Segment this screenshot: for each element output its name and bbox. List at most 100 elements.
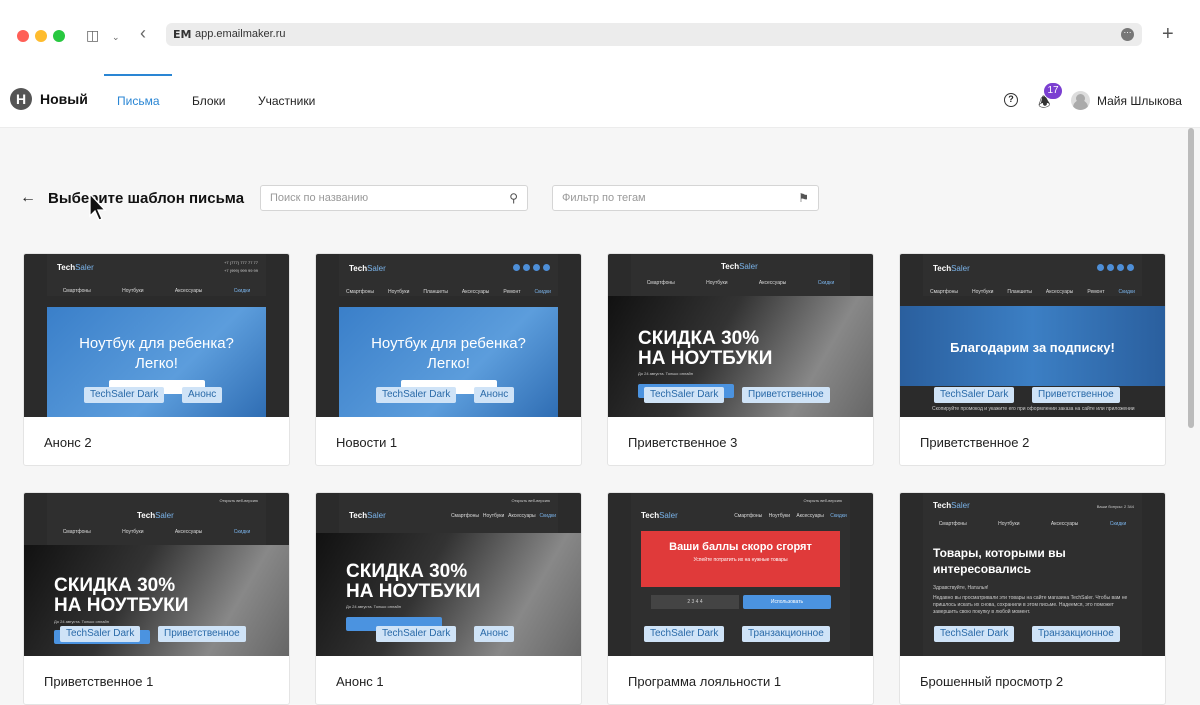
scrollbar[interactable] (1188, 128, 1194, 428)
tag-filter-field[interactable]: ⚑ (552, 185, 819, 211)
thumb-sale-line-1: СКИДКА 30% (638, 328, 760, 349)
tag-chip: Транзакционное (742, 626, 830, 642)
template-name: Приветственное 1 (44, 674, 154, 689)
template-card[interactable]: Открыть веб-версию TechSaler Смартфоны Но… (23, 492, 290, 705)
thumb-sale-note: До 24 августа. Только онлайн (346, 604, 401, 609)
tag-chip: TechSaler Dark (644, 387, 725, 403)
thumb-hero-text: Ноутбук для ребенка? Легко! (371, 335, 526, 372)
thumb-body-text: Недавно вы просматривали эти товары на с… (933, 595, 1128, 615)
thumb-points-code: 2 3 4 4 (687, 599, 703, 605)
thumb-promo-title: Ваши баллы скоро сгорят (669, 541, 812, 553)
template-card[interactable]: TechSaler Смартфоны Ноутбуки Аксессуары Ски… (607, 253, 874, 466)
search-input[interactable] (261, 186, 527, 210)
thumb-header: TechSaler Смартфоны Ноутбуки Аксессуары Ски… (631, 254, 850, 296)
template-card[interactable]: TechSaler Смартфоны Ноутбуки Планшеты Аксес… (315, 253, 582, 466)
address-bar[interactable]: EM app.emailmaker.ru ⋯ (166, 23, 1142, 46)
thumb-web-version: Открыть веб-версию (803, 498, 842, 503)
workspace-logo[interactable]: Н (10, 88, 32, 110)
template-card[interactable]: TechSaler +7 (777) 777 77 77 +7 (999) 99… (23, 253, 290, 466)
browser-chrome: ◫ ⌄ ‹ EM app.emailmaker.ru ⋯ + (0, 0, 1200, 68)
thumb-nav: Смартфоны Ноутбуки Планшеты Аксессуары Ремон… (929, 289, 1135, 295)
search-field[interactable]: ⚲ (260, 185, 528, 211)
thumb-bonus: Ваши бонусы: 2 344 (1096, 504, 1134, 509)
template-name: Анонс 1 (336, 674, 384, 689)
thumb-nav: Смартфоны Ноутбуки Аксессуары Скидки (62, 529, 251, 535)
tag-chip: Приветственное (158, 626, 246, 642)
tab-members[interactable]: Участники (258, 94, 315, 108)
tag-filter-input[interactable] (553, 186, 818, 210)
thumb-sale-line-1: СКИДКА 30% (346, 561, 468, 582)
tag-chip: Анонс (182, 387, 223, 403)
thumb-header: TechSaler +7 (777) 777 77 77 +7 (999) 99… (47, 254, 266, 296)
thumb-header: TechSaler Смартфоны Ноутбуки Планшеты Аксес… (339, 254, 558, 296)
tag-icon[interactable]: ⚑ (798, 191, 809, 205)
thumb-greeting: Здравствуйте, Наталья! (933, 585, 989, 591)
template-card[interactable]: Открыть веб-версию TechSaler Смартфоны Но… (315, 492, 582, 705)
thumb-logo: TechSaler (137, 511, 174, 520)
thumb-header: TechSaler Смартфоны Ноутбуки Планшеты Аксес… (923, 254, 1142, 296)
thumb-web-version: Открыть веб-версию (511, 498, 550, 503)
thumb-sale-note: До 24 августа. Только онлайн (638, 371, 693, 376)
template-name: Программа лояльности 1 (628, 674, 782, 689)
template-thumbnail: Открыть веб-версию TechSaler Смартфоны Но… (608, 493, 873, 656)
template-name: Приветственное 3 (628, 435, 738, 450)
thumb-logo: TechSaler (933, 264, 970, 273)
help-icon[interactable]: ? (1004, 93, 1018, 107)
social-icons (1097, 264, 1134, 271)
tag-chip: TechSaler Dark (84, 387, 165, 403)
minimize-window-button[interactable] (35, 30, 47, 42)
back-nav-icon[interactable]: ‹ (140, 24, 146, 42)
thumb-sale-line-2: НА НОУТБУКИ (346, 581, 481, 602)
new-tab-icon[interactable]: + (1162, 24, 1174, 44)
tag-chip: TechSaler Dark (60, 626, 141, 642)
active-tab-indicator (104, 74, 172, 76)
thumb-body-text: Скопируйте промокод и укажите его при оф… (932, 406, 1135, 412)
more-options-icon[interactable]: ⋯ (1121, 28, 1134, 41)
thumb-web-version: Открыть веб-версию (219, 498, 258, 503)
thumb-nav: Смартфоны Ноутбуки Планшеты Аксессуары Ремон… (345, 289, 551, 295)
tag-chip: TechSaler Dark (934, 626, 1015, 642)
template-name: Брошенный просмотр 2 (920, 674, 1064, 689)
thumb-promo-subtitle: Успейте потратить их на нужные товары (693, 557, 788, 563)
mouse-cursor-icon (89, 193, 107, 221)
thumb-phone-1: +7 (777) 777 77 77 (224, 260, 258, 265)
template-thumbnail: Открыть веб-версию TechSaler Смартфоны Но… (24, 493, 289, 656)
template-thumbnail: Открыть веб-версию TechSaler Смартфоны Но… (316, 493, 581, 656)
template-thumbnail: TechSaler Смартфоны Ноутбуки Аксессуары Ски… (608, 254, 873, 417)
tag-chip: Транзакционное (1032, 626, 1120, 642)
tab-blocks[interactable]: Блоки (192, 94, 226, 108)
thumb-nav: Смартфоны Ноутбуки Аксессуары Скидки (646, 280, 835, 286)
thumb-nav: Смартфоны Ноутбуки Аксессуары Скидки (938, 521, 1127, 527)
tag-chip: Приветственное (1032, 387, 1120, 403)
thumb-use-label: Использовать (770, 599, 804, 605)
url-text[interactable]: app.emailmaker.ru (195, 28, 286, 40)
thumb-logo: TechSaler (641, 511, 678, 520)
template-thumbnail: TechSaler Смартфоны Ноутбуки Планшеты Аксес… (316, 254, 581, 417)
thumb-logo: TechSaler (349, 511, 386, 520)
tag-chip: TechSaler Dark (376, 626, 457, 642)
avatar[interactable] (1071, 91, 1090, 110)
tag-chip: TechSaler Dark (934, 387, 1015, 403)
tag-chip: TechSaler Dark (644, 626, 725, 642)
page-title: Выберите шаблон письма (48, 190, 245, 207)
back-arrow-icon[interactable]: ← (20, 189, 36, 207)
thumb-header: Открыть веб-версию TechSaler Смартфоны Но… (339, 493, 558, 533)
tab-letters[interactable]: Письма (117, 94, 160, 108)
sidebar-toggle-icon[interactable]: ◫ (86, 28, 99, 42)
thumb-hero-text: Благодарим за подписку! (950, 340, 1115, 355)
template-name: Приветственное 2 (920, 435, 1030, 450)
tag-chip: Анонс (474, 387, 515, 403)
user-name[interactable]: Майя Шлыкова (1097, 94, 1182, 108)
thumb-sale-line-1: СКИДКА 30% (54, 575, 176, 596)
chevron-down-icon[interactable]: ⌄ (112, 30, 120, 44)
thumb-title: Товары, которыми вы интересовались (933, 546, 1066, 576)
template-card[interactable]: TechSaler Смартфоны Ноутбуки Планшеты Аксес… (899, 253, 1166, 466)
maximize-window-button[interactable] (53, 30, 65, 42)
close-window-button[interactable] (17, 30, 29, 42)
workspace-name[interactable]: Новый (40, 91, 88, 107)
template-card[interactable]: TechSaler Ваши бонусы: 2 344 Смартфоны Но… (899, 492, 1166, 705)
thumb-phone-2: +7 (999) 999 99 99 (224, 268, 258, 273)
tag-chip: TechSaler Dark (376, 387, 457, 403)
search-icon[interactable]: ⚲ (509, 191, 518, 205)
template-card[interactable]: Открыть веб-версию TechSaler Смартфоны Но… (607, 492, 874, 705)
